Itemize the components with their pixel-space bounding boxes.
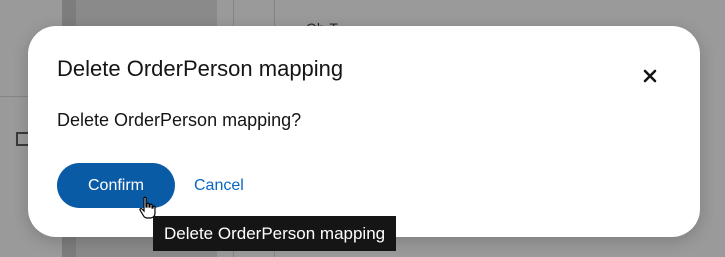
confirm-button-label: Confirm [87, 176, 144, 194]
cancel-button-label: Cancel [194, 176, 244, 194]
cancel-button[interactable]: Cancel [194, 163, 244, 208]
close-icon [643, 69, 657, 83]
dialog-title: Delete OrderPerson mapping [57, 56, 344, 81]
tooltip: Delete OrderPerson mapping [153, 216, 397, 251]
dialog-message: Delete OrderPerson mapping? [57, 110, 302, 130]
delete-mapping-dialog: Delete OrderPerson mapping Delete OrderP… [28, 26, 700, 237]
close-button[interactable] [637, 64, 663, 88]
tooltip-text: Delete OrderPerson mapping [164, 223, 386, 243]
